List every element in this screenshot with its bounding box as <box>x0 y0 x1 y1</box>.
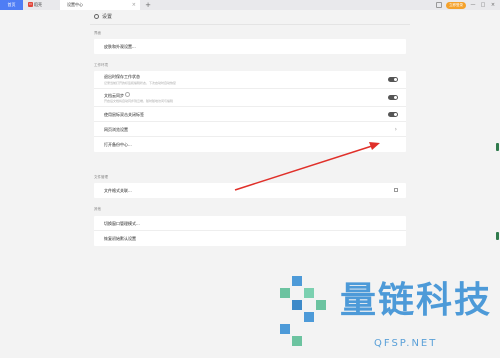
cloud-sync-toggle[interactable] <box>388 95 398 100</box>
section-label-other: 其他 <box>94 207 101 211</box>
section-label-workspace: 工作环境 <box>94 63 108 67</box>
backup-center-row[interactable]: 打开备份中心... <box>94 137 406 152</box>
page-title: 设置 <box>102 14 113 20</box>
window-mode-label: 切换窗口管理模式... <box>104 221 140 226</box>
restore-icon[interactable]: □ <box>480 2 486 8</box>
cloud-sync-label: 文档云同步 <box>104 92 130 99</box>
restore-state-toggle[interactable] <box>388 77 398 82</box>
watermark-domain: QFSP.NET <box>374 338 438 349</box>
header-divider <box>90 24 410 25</box>
restore-state-label: 退出时保存工作状态 <box>104 74 140 79</box>
other-card: 切换窗口管理模式... 恢复初始默认设置 <box>94 216 406 246</box>
window-controls: 立即登录 — □ × <box>436 1 496 9</box>
tab-settings-center[interactable]: 设置中心 × <box>60 0 140 10</box>
watermark: 量链科技 QFSP.NET <box>278 268 498 358</box>
tab-docer-label: 稻壳 <box>34 2 42 7</box>
file-association-label: 文件格式关联... <box>104 188 132 193</box>
window-mode-row[interactable]: 切换窗口管理模式... <box>94 216 406 231</box>
tab-bar: 首页 D 稻壳 设置中心 × + 立即登录 — □ × <box>0 0 500 10</box>
web-browse-settings-label: 网页浏览设置 <box>104 127 128 132</box>
external-link-icon <box>394 188 398 192</box>
general-card: 皮肤和外观设置... <box>94 39 406 54</box>
gear-icon <box>94 14 99 19</box>
file-association-row[interactable]: 文件格式关联... <box>94 183 406 198</box>
tab-close-icon[interactable]: × <box>132 0 136 10</box>
cloud-sync-desc: 开启后文档将自动同步到云端，随时随地访问与编辑 <box>104 99 174 103</box>
tab-docer[interactable]: D 稻壳 <box>25 0 59 10</box>
double-click-close-toggle[interactable] <box>388 111 398 117</box>
double-click-close-label: 使用鼠标双击关闭标签 <box>104 112 144 117</box>
double-click-close-row: 使用鼠标双击关闭标签 <box>94 107 406 122</box>
tab-home[interactable]: 首页 <box>0 0 23 10</box>
cloud-sync-row: 文档云同步 开启后文档将自动同步到云端，随时随地访问与编辑 <box>94 89 406 107</box>
new-tab-button[interactable]: + <box>143 0 153 10</box>
web-browse-settings-row[interactable]: 网页浏览设置 › <box>94 122 406 137</box>
screen-icon[interactable] <box>436 2 442 8</box>
reset-defaults-label: 恢复初始默认设置 <box>104 236 136 241</box>
skin-settings-row[interactable]: 皮肤和外观设置... <box>94 39 406 54</box>
restore-state-row: 退出时保存工作状态 记录当前打开的标签和编辑状态，下次启动时自动恢复 <box>94 71 406 89</box>
close-icon[interactable]: × <box>490 2 496 8</box>
chevron-right-icon: › <box>394 126 397 133</box>
reset-defaults-row[interactable]: 恢复初始默认设置 <box>94 231 406 246</box>
section-label-file-mgmt: 文件管理 <box>94 175 108 179</box>
workspace-card: 退出时保存工作状态 记录当前打开的标签和编辑状态，下次启动时自动恢复 文档云同步… <box>94 71 406 152</box>
help-icon[interactable] <box>125 92 130 97</box>
scroll-marker <box>496 232 499 240</box>
minimize-icon[interactable]: — <box>470 2 476 8</box>
tab-settings-label: 设置中心 <box>67 2 83 7</box>
restore-state-desc: 记录当前打开的标签和编辑状态，下次启动时自动恢复 <box>104 81 177 85</box>
docer-icon: D <box>28 2 33 7</box>
backup-center-label: 打开备份中心... <box>104 142 132 147</box>
watermark-logo-icon <box>280 276 326 346</box>
file-mgmt-card: 文件格式关联... <box>94 183 406 198</box>
scroll-marker <box>496 143 499 151</box>
page-header: 设置 <box>94 13 112 20</box>
login-button[interactable]: 立即登录 <box>446 1 466 9</box>
section-label-general: 界面 <box>94 31 101 35</box>
watermark-brand: 量链科技 <box>340 280 493 321</box>
skin-settings-label: 皮肤和外观设置... <box>104 44 136 49</box>
